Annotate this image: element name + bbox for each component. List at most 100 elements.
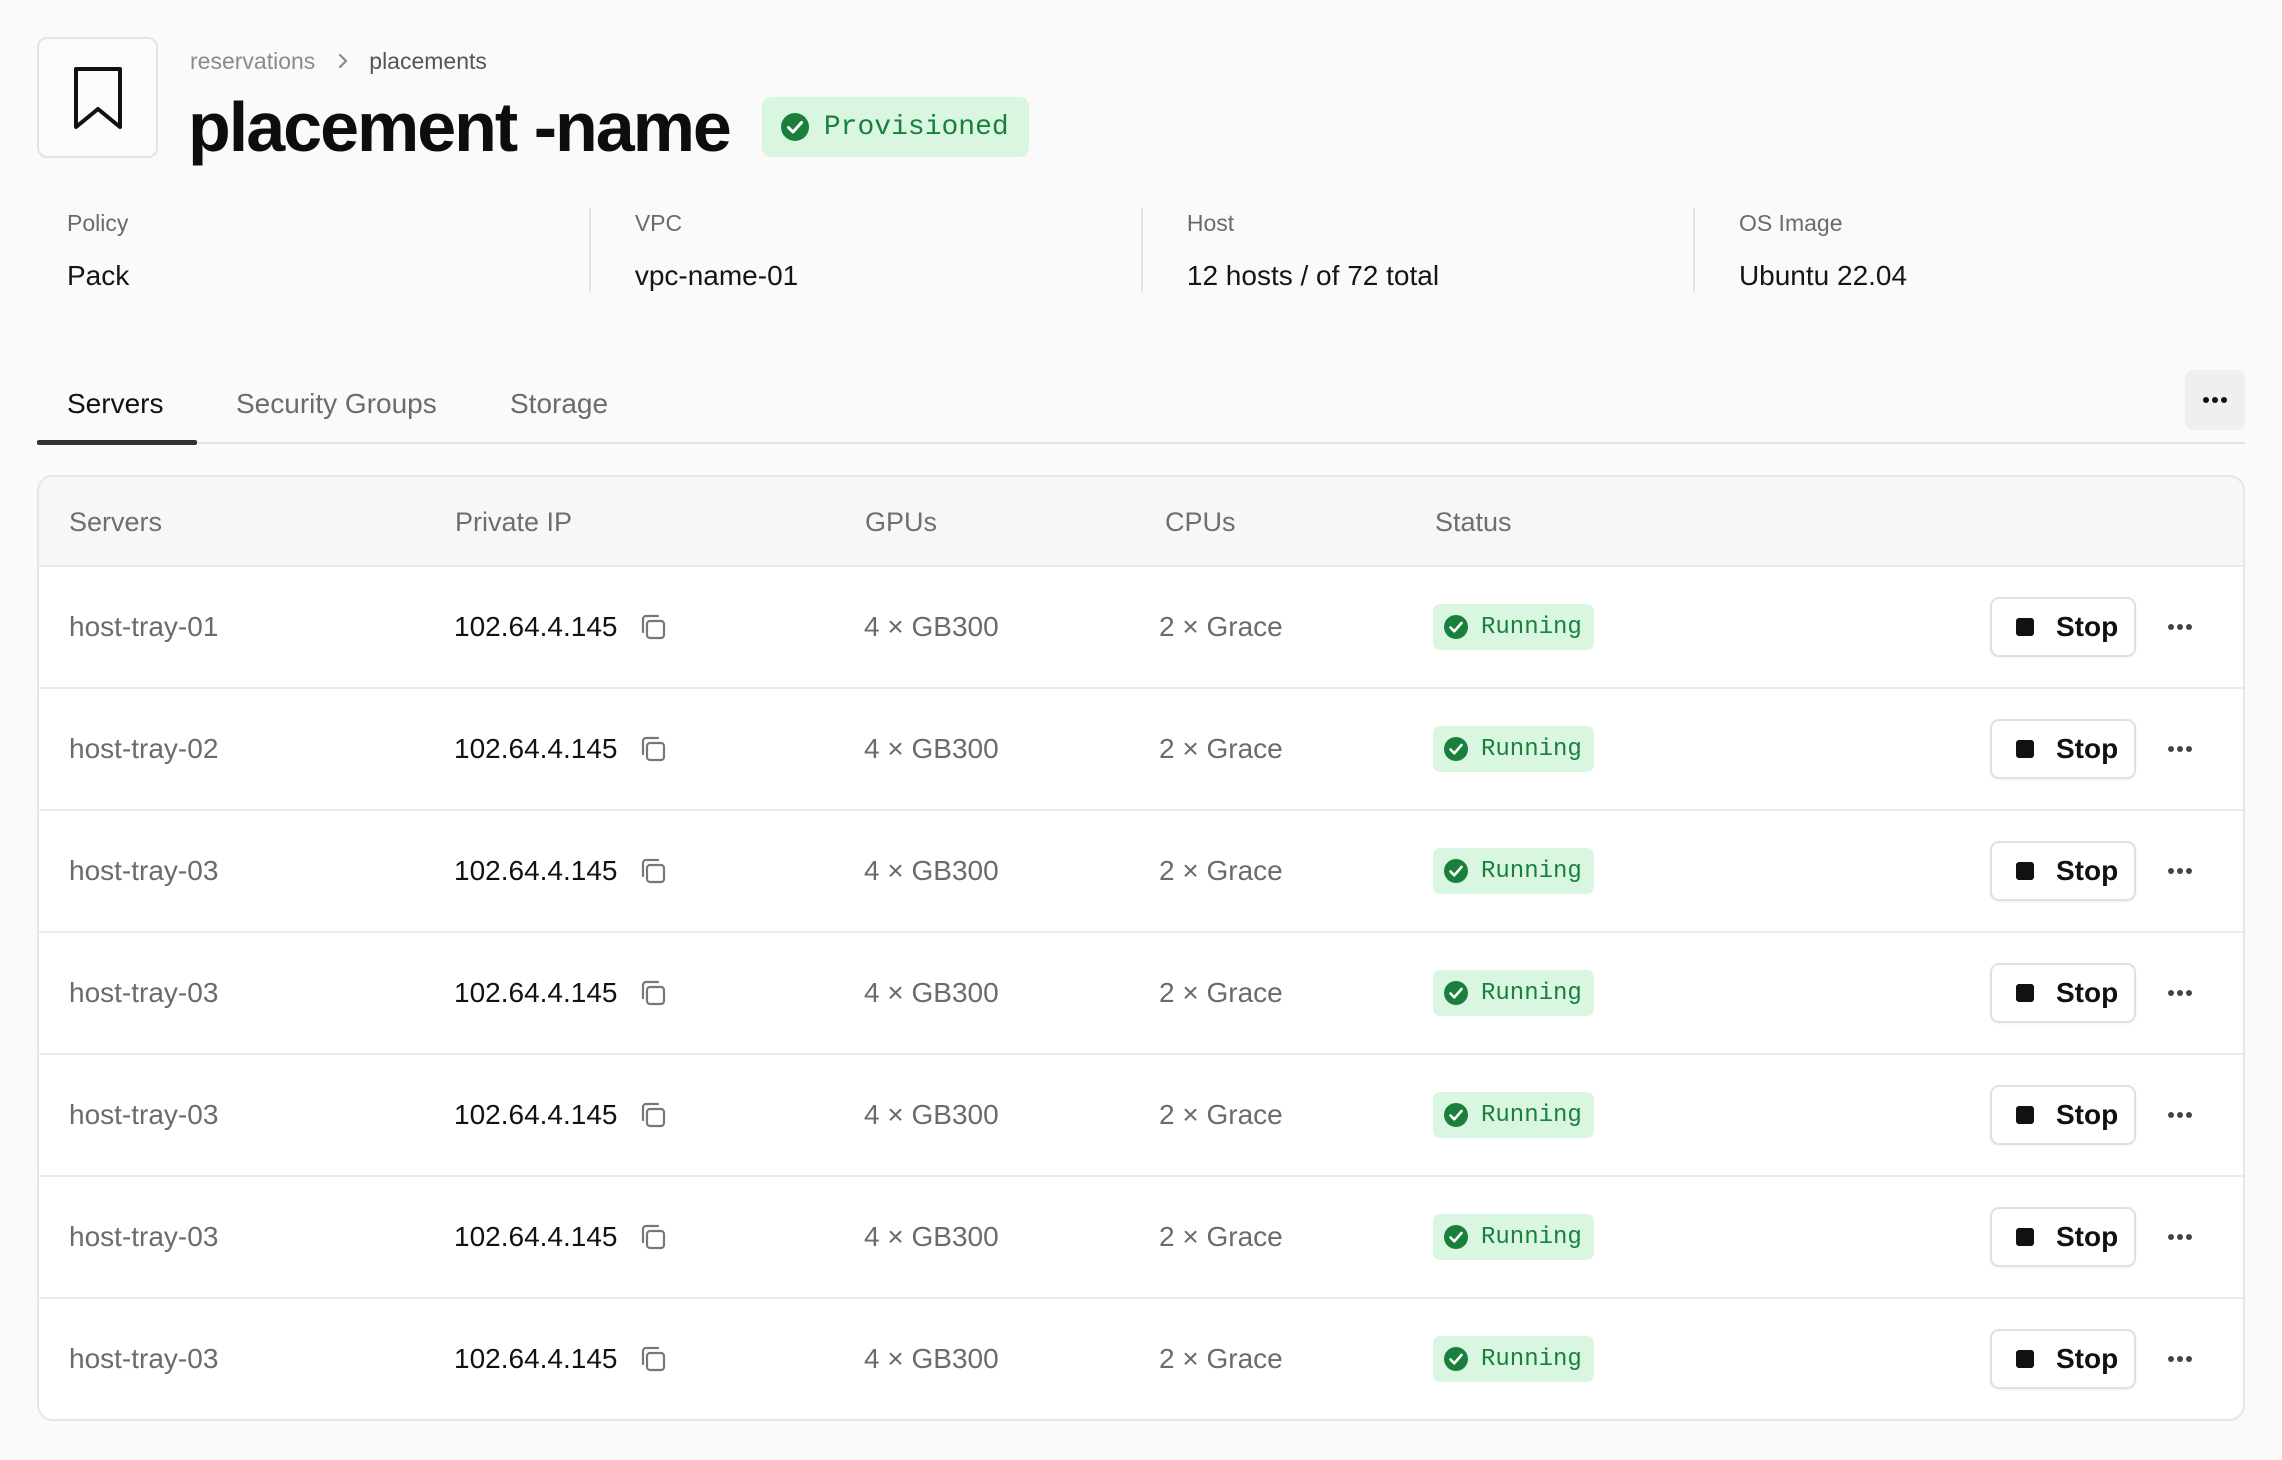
stop-button[interactable]: Stop xyxy=(1990,1085,2136,1145)
private-ip: 102.64.4.145 xyxy=(454,1099,618,1130)
check-circle-icon xyxy=(780,112,810,142)
stop-square-icon xyxy=(2016,984,2034,1002)
private-ip: 102.64.4.145 xyxy=(454,977,618,1008)
action-cell: Stop xyxy=(1990,1299,2136,1419)
info-value: vpc-name-01 xyxy=(634,260,799,291)
status-label: Running xyxy=(1481,979,1582,1007)
row-more-button[interactable] xyxy=(2167,689,2193,809)
stop-button[interactable]: Stop xyxy=(1990,1329,2136,1389)
stop-button-label: Stop xyxy=(2056,1343,2119,1374)
info-value: Ubuntu 22.04 xyxy=(1738,260,1908,291)
status-badge: Running xyxy=(1433,604,1594,650)
table-body: host-tray-01 102.64.4.145 4 × GB300 2 × … xyxy=(39,567,2243,1419)
action-cell: Stop xyxy=(1990,1177,2136,1297)
title-row: placement -name Provisioned xyxy=(188,84,1029,170)
breadcrumb-reservations[interactable]: reservations xyxy=(190,48,315,75)
chevron-right-icon xyxy=(337,52,349,70)
info-label: OS Image xyxy=(1738,210,1843,236)
row-more-button[interactable] xyxy=(2167,1055,2193,1175)
server-name: host-tray-03 xyxy=(69,977,219,1008)
row-more-button[interactable] xyxy=(2167,1177,2193,1297)
info-value: 12 hosts / of 72 total xyxy=(1186,260,1440,291)
tab-security-groups[interactable]: Security Groups xyxy=(236,364,437,444)
gpu-spec: 4 × GB300 xyxy=(864,611,999,642)
copy-icon[interactable] xyxy=(638,612,668,642)
private-ip: 102.64.4.145 xyxy=(454,1221,618,1252)
copy-icon[interactable] xyxy=(638,734,668,764)
private-ip-cell: 102.64.4.145 xyxy=(454,1055,668,1175)
info-vpc: VPC vpc-name-01 xyxy=(588,208,1141,292)
gpu-spec: 4 × GB300 xyxy=(864,1221,999,1252)
check-circle-icon xyxy=(1443,858,1469,884)
action-cell: Stop xyxy=(1990,811,2136,931)
action-cell: Stop xyxy=(1990,1055,2136,1175)
row-more-button[interactable] xyxy=(2167,811,2193,931)
info-label: VPC xyxy=(634,210,683,236)
status-cell: Running xyxy=(1433,811,1594,931)
breadcrumb-placements[interactable]: placements xyxy=(369,48,487,75)
status-badge: Running xyxy=(1433,970,1594,1016)
copy-icon[interactable] xyxy=(638,1100,668,1130)
server-name: host-tray-02 xyxy=(69,733,219,764)
cpu-spec: 2 × Grace xyxy=(1159,1221,1283,1252)
status-label: Running xyxy=(1481,1223,1582,1251)
copy-icon[interactable] xyxy=(638,856,668,886)
status-cell: Running xyxy=(1433,1299,1594,1419)
status-label: Running xyxy=(1481,857,1582,885)
private-ip-cell: 102.64.4.145 xyxy=(454,811,668,931)
row-more-button[interactable] xyxy=(2167,933,2193,1053)
more-horizontal-icon xyxy=(2167,867,2193,875)
copy-icon[interactable] xyxy=(638,1222,668,1252)
tab-storage[interactable]: Storage xyxy=(510,364,608,444)
cpu-spec: 2 × Grace xyxy=(1159,733,1283,764)
stop-square-icon xyxy=(2016,740,2034,758)
action-cell: Stop xyxy=(1990,689,2136,809)
row-more-button[interactable] xyxy=(2167,1299,2193,1419)
more-options-button[interactable] xyxy=(2185,370,2245,430)
status-cell: Running xyxy=(1433,933,1594,1053)
stop-button-label: Stop xyxy=(2056,977,2119,1008)
stop-square-icon xyxy=(2016,1350,2034,1368)
stop-button[interactable]: Stop xyxy=(1990,841,2136,901)
row-more-button[interactable] xyxy=(2167,567,2193,687)
table-row: host-tray-02 102.64.4.145 4 × GB300 2 × … xyxy=(39,689,2243,811)
server-name: host-tray-03 xyxy=(69,1099,219,1130)
status-label: Running xyxy=(1481,1345,1582,1373)
cpu-spec: 2 × Grace xyxy=(1159,1343,1283,1374)
gpu-spec: 4 × GB300 xyxy=(864,977,999,1008)
stop-button[interactable]: Stop xyxy=(1990,963,2136,1023)
private-ip-cell: 102.64.4.145 xyxy=(454,1177,668,1297)
gpu-spec: 4 × GB300 xyxy=(864,855,999,886)
status-cell: Running xyxy=(1433,689,1594,809)
stop-button-label: Stop xyxy=(2056,611,2119,642)
server-name: host-tray-03 xyxy=(69,1343,219,1374)
more-horizontal-icon xyxy=(2167,1111,2193,1119)
private-ip-cell: 102.64.4.145 xyxy=(454,567,668,687)
more-horizontal-icon xyxy=(2167,745,2193,753)
cpu-spec: 2 × Grace xyxy=(1159,977,1283,1008)
private-ip: 102.64.4.145 xyxy=(454,733,618,764)
private-ip: 102.64.4.145 xyxy=(454,1343,618,1374)
status-badge: Provisioned xyxy=(761,97,1029,157)
check-circle-icon xyxy=(1443,614,1469,640)
status-cell: Running xyxy=(1433,1055,1594,1175)
tab-servers[interactable]: Servers xyxy=(67,364,163,444)
more-horizontal-icon xyxy=(2202,396,2228,404)
status-badge: Running xyxy=(1433,848,1594,894)
status-cell: Running xyxy=(1433,1177,1594,1297)
copy-icon[interactable] xyxy=(638,1344,668,1374)
stop-square-icon xyxy=(2016,862,2034,880)
stop-button[interactable]: Stop xyxy=(1990,1207,2136,1267)
column-header-cpus: CPUs xyxy=(1165,506,1236,537)
stop-square-icon xyxy=(2016,1106,2034,1124)
stop-button[interactable]: Stop xyxy=(1990,719,2136,779)
stop-button-label: Stop xyxy=(2056,1099,2119,1130)
info-label: Policy xyxy=(67,210,129,236)
stop-button[interactable]: Stop xyxy=(1990,597,2136,657)
status-cell: Running xyxy=(1433,567,1594,687)
cpu-spec: 2 × Grace xyxy=(1159,855,1283,886)
info-policy: Policy Pack xyxy=(37,208,589,292)
breadcrumb: reservations placements xyxy=(190,44,487,78)
copy-icon[interactable] xyxy=(638,978,668,1008)
action-cell: Stop xyxy=(1990,567,2136,687)
